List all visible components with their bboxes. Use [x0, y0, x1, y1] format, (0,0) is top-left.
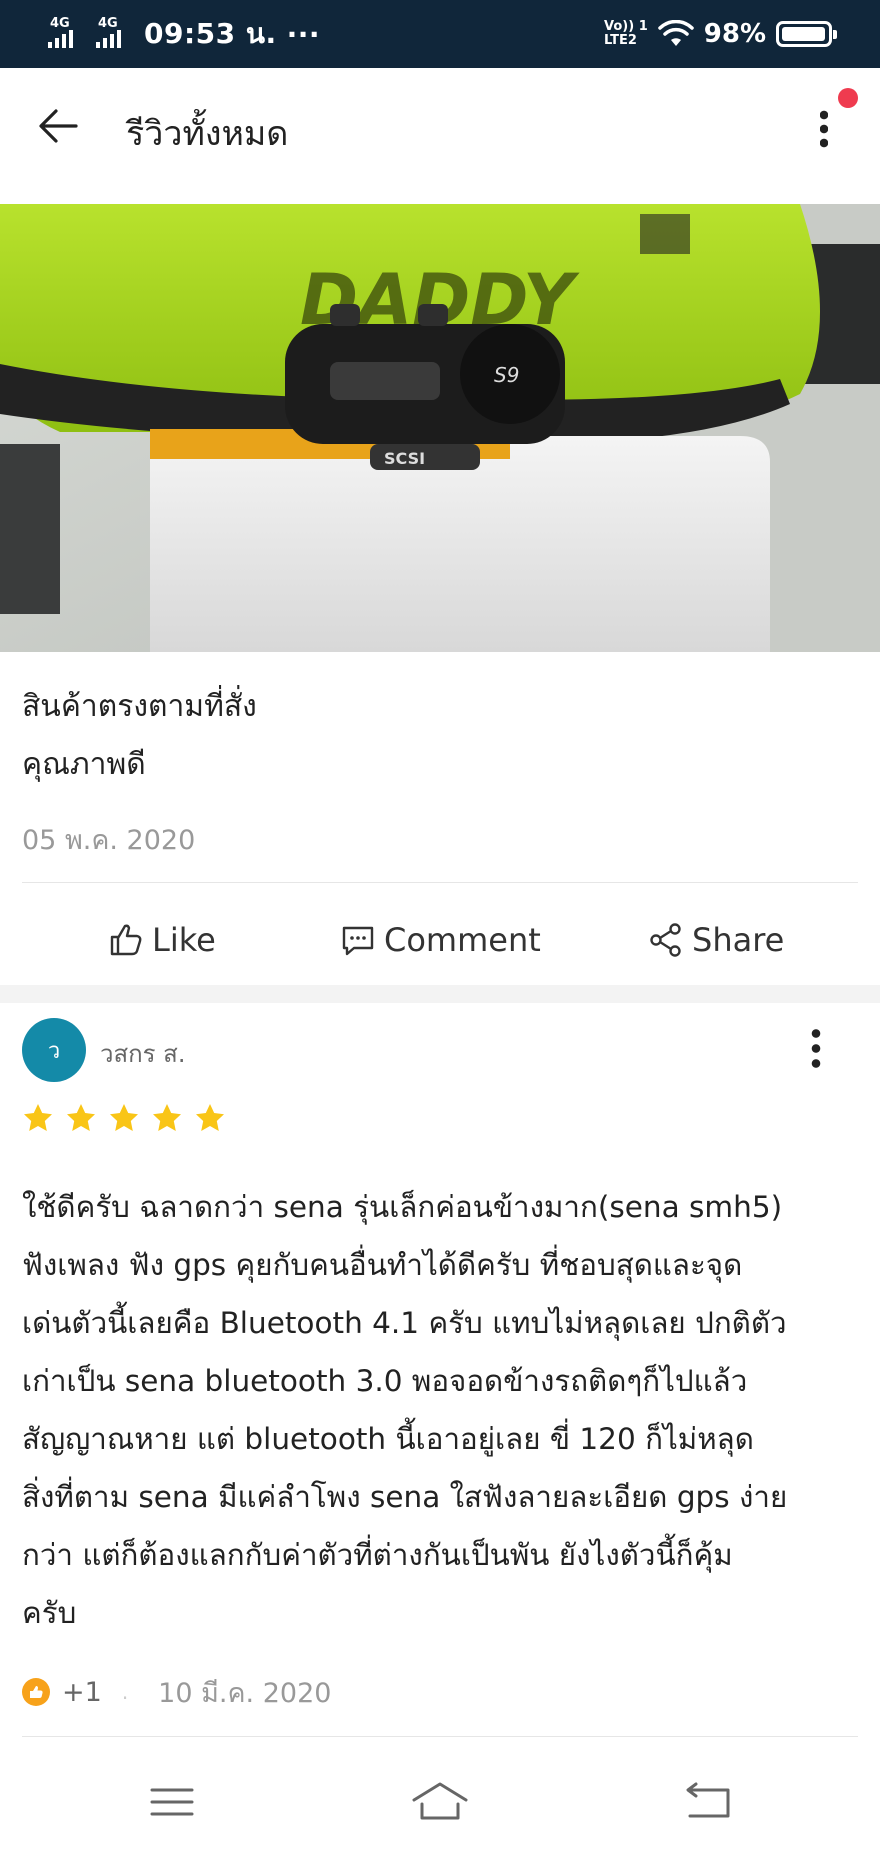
review-2-text: ใช้ดีครับ ฉลาดกว่า sena รุ่นเล็กค่อนข้าง…: [22, 1190, 788, 1630]
notification-dot: [838, 88, 858, 108]
divider: [22, 882, 858, 883]
app-bar: รีวิวทั้งหมด: [0, 68, 880, 204]
svg-text:SCSI: SCSI: [384, 449, 425, 468]
menu-icon: [150, 1788, 194, 1816]
like-badge-icon: [22, 1678, 50, 1706]
star-rating: [22, 1102, 226, 1134]
battery-percent: 98%: [703, 19, 766, 49]
like-count: +1: [62, 1676, 102, 1708]
more-options-button[interactable]: [810, 102, 840, 152]
avatar-initial: ว: [47, 1038, 61, 1064]
system-nav-bar: [0, 1748, 880, 1858]
review-1-text: สินค้าตรงตามที่สั่ง คุณภาพดี: [22, 689, 257, 782]
review-2-meta: +1 . 10 มี.ค. 2020: [22, 1672, 331, 1712]
star-icon: [196, 1104, 224, 1131]
comment-icon: [342, 926, 374, 956]
star-icon: [67, 1104, 95, 1131]
star-icon: [110, 1104, 138, 1131]
wifi-icon: [658, 20, 694, 46]
more-vertical-icon: [820, 108, 828, 148]
signal-icon-sim1: 4G: [48, 16, 86, 50]
separator-dot: .: [121, 1680, 129, 1704]
star-icon: [153, 1104, 181, 1131]
review-2-date: 10 มี.ค. 2020: [158, 1677, 332, 1709]
divider: [22, 1736, 858, 1737]
status-bar: 4G 4G 09:53 น. ··· Vo)) 1 LTE2 98%: [0, 0, 880, 68]
svg-text:S9: S9: [494, 363, 519, 387]
review-more-icon[interactable]: [808, 1026, 824, 1070]
share-button[interactable]: Share: [648, 913, 784, 967]
review-actions: Like Comment Share: [0, 895, 880, 985]
nav-back-button[interactable]: [676, 1774, 740, 1830]
nav-home-button[interactable]: [408, 1774, 472, 1830]
product-photo: DADDY S9 SCSI: [0, 204, 880, 652]
page-title: รีวิวทั้งหมด: [126, 114, 289, 154]
back-button[interactable]: [32, 100, 84, 152]
section-separator: [0, 985, 880, 1003]
status-right: Vo)) 1 LTE2 98%: [604, 14, 837, 54]
reviewer-name[interactable]: วสกร ส.: [100, 1034, 185, 1073]
nav-menu-button[interactable]: [140, 1774, 204, 1830]
status-time: 09:53 น.: [144, 17, 277, 50]
battery-icon: [776, 21, 837, 47]
comment-button[interactable]: Comment: [340, 913, 541, 967]
comment-label: Comment: [384, 921, 541, 959]
status-more-indicator: ···: [286, 17, 321, 51]
review-1-date: 05 พ.ค. 2020: [22, 825, 196, 856]
review-photo[interactable]: DADDY S9 SCSI: [0, 204, 880, 652]
share-icon: [650, 923, 681, 957]
network-type-1: 4G: [50, 16, 70, 31]
status-left: 4G 4G 09:53 น. ···: [48, 14, 320, 54]
like-label: Like: [152, 921, 216, 959]
signal-icon-sim2: 4G: [96, 16, 134, 50]
home-icon: [412, 1782, 468, 1820]
star-icon: [24, 1104, 52, 1131]
like-button[interactable]: Like: [108, 913, 216, 967]
avatar[interactable]: ว: [22, 1018, 86, 1082]
thumbs-up-icon: [110, 924, 142, 956]
back-icon: [686, 1782, 730, 1818]
arrow-left-icon: [39, 109, 78, 143]
network-type-2: 4G: [98, 16, 118, 31]
share-label: Share: [692, 921, 785, 959]
volte-indicator: Vo)) 1 LTE2: [604, 19, 648, 48]
